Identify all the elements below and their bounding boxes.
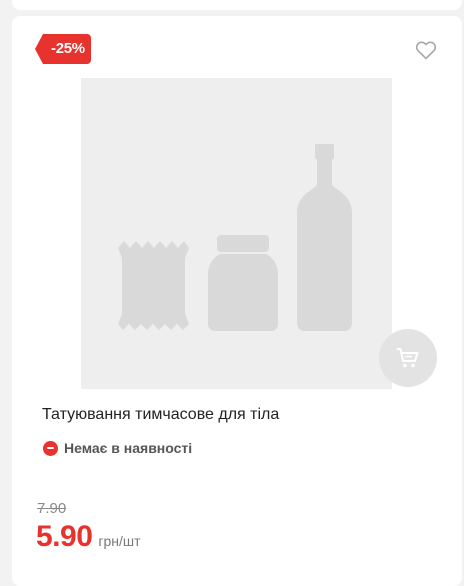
stock-status-label: Немає в наявності <box>64 440 193 456</box>
wishlist-button[interactable] <box>414 38 438 62</box>
price-unit: грн/шт <box>98 533 141 549</box>
price-row: 5.90 грн/шт <box>36 520 141 554</box>
product-title[interactable]: Татуювання тимчасове для тіла <box>42 406 279 424</box>
placeholder-products-icon <box>118 144 352 331</box>
current-price: 5.90 <box>36 520 93 553</box>
heart-icon <box>415 41 437 60</box>
product-card[interactable]: -25% Татуювання тимчасове для тіла Немає… <box>12 16 462 586</box>
add-to-cart-button[interactable] <box>379 329 437 387</box>
discount-badge: -25% <box>35 34 91 64</box>
stock-status: Немає в наявності <box>43 440 192 456</box>
old-price: 7.90 <box>37 500 67 517</box>
out-of-stock-icon <box>43 440 58 456</box>
previous-product-card <box>12 0 462 10</box>
shopping-cart-icon <box>396 348 419 368</box>
product-image-placeholder[interactable] <box>81 78 392 389</box>
